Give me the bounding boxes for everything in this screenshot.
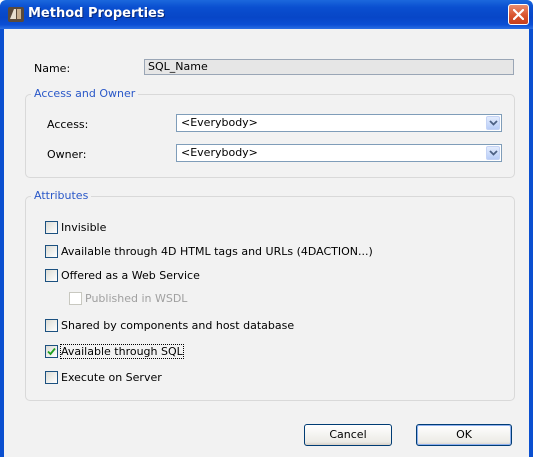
published-wsdl-checkbox	[69, 292, 82, 305]
ok-button[interactable]: OK	[416, 424, 512, 446]
owner-dropdown-button[interactable]	[486, 146, 500, 160]
available-sql-checkbox[interactable]	[45, 345, 58, 358]
chevron-down-icon	[489, 120, 498, 126]
invisible-checkbox[interactable]	[45, 221, 58, 234]
owner-label: Owner:	[47, 148, 87, 161]
name-label: Name:	[34, 62, 71, 75]
title-bar[interactable]: Method Properties	[0, 0, 533, 29]
name-field[interactable]: SQL_Name	[144, 59, 514, 75]
invisible-label: Invisible	[61, 221, 107, 234]
close-icon	[513, 9, 524, 20]
chevron-down-icon	[489, 150, 498, 156]
access-label: Access:	[47, 118, 89, 131]
access-owner-legend: Access and Owner	[31, 87, 139, 100]
execute-on-server-checkbox[interactable]	[45, 371, 58, 384]
close-button[interactable]	[508, 4, 529, 25]
web-service-label: Offered as a Web Service	[61, 269, 200, 282]
dialog-content: Name: SQL_Name Access and Owner Access: …	[4, 29, 529, 457]
window-frame-right	[529, 29, 533, 457]
web-service-checkbox[interactable]	[45, 269, 58, 282]
access-select[interactable]: <Everybody>	[176, 114, 502, 132]
owner-select[interactable]: <Everybody>	[176, 144, 502, 162]
access-owner-group	[25, 94, 515, 178]
shared-components-checkbox[interactable]	[45, 319, 58, 332]
4d-app-icon	[7, 6, 25, 23]
available-sql-label: Available through SQL	[60, 344, 184, 359]
shared-components-label: Shared by components and host database	[61, 319, 295, 332]
method-properties-dialog: Method Properties Name: SQL_Name Access …	[0, 0, 533, 457]
checkmark-icon	[47, 347, 56, 356]
owner-value: <Everybody>	[181, 146, 258, 159]
available-4d-html-checkbox[interactable]	[45, 245, 58, 258]
window-title: Method Properties	[28, 6, 165, 21]
available-4d-html-label: Available through 4D HTML tags and URLs …	[61, 245, 373, 258]
access-value: <Everybody>	[181, 116, 258, 129]
attributes-legend: Attributes	[31, 189, 92, 202]
access-dropdown-button[interactable]	[486, 116, 500, 130]
execute-on-server-label: Execute on Server	[61, 371, 162, 384]
published-wsdl-label: Published in WSDL	[85, 292, 188, 305]
cancel-button[interactable]: Cancel	[304, 424, 392, 446]
